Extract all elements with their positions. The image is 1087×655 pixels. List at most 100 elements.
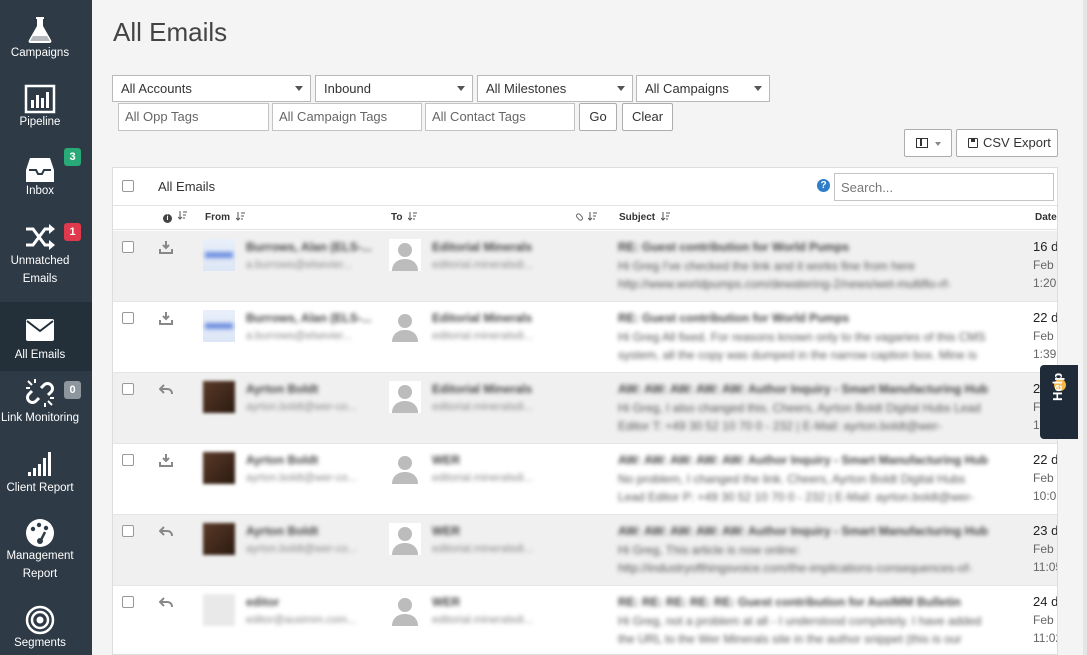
bar-chart-icon [24, 84, 56, 116]
columns-toggle-button[interactable] [904, 129, 952, 157]
table-row[interactable]: Burrows, Alan (ELS-... a.burrows@elsevie… [113, 231, 1058, 302]
email-date: 16 d [1033, 239, 1058, 254]
email-preview: Hi Greg All fixed. For reasons known onl… [618, 330, 986, 344]
sidebar-item-inbox[interactable]: 3 Inbox [0, 138, 92, 207]
campaign-tags-placeholder: All Campaign Tags [279, 109, 388, 124]
csv-export-label: CSV Export [983, 135, 1051, 150]
row-checkbox[interactable] [122, 525, 134, 537]
date-column-header[interactable]: Date [1035, 212, 1057, 223]
campaigns-select[interactable]: All Campaigns [636, 75, 770, 102]
sidebar-item-unmatched-emails[interactable]: 1 Unmatched Emails [0, 207, 92, 295]
sort-icon [235, 212, 245, 221]
email-preview: Editor T: +49 30 52 10 70 0 - 232 | E-Ma… [618, 419, 942, 433]
email-time: 1:39 [1033, 347, 1057, 361]
table-row[interactable]: Burrows, Alan (ELS-... a.burrows@elsevie… [113, 302, 1058, 373]
emails-table: All Emails ? i From To Subject Date [112, 167, 1058, 655]
sidebar-item-management-report[interactable]: Management Report [0, 509, 92, 589]
sidebar-item-label: Inbox [25, 185, 55, 197]
subject-column-header[interactable]: Subject [619, 212, 670, 223]
table-row[interactable]: editor editor@ausimm.com... WER editoria… [113, 586, 1057, 654]
sender-email: ayrton.boldt@wer-co... [246, 401, 357, 413]
floppy-disk-icon [968, 138, 978, 148]
status-column-header[interactable]: i [163, 211, 187, 223]
email-preview: Hi Greg, I also changed this. Cheers, Ay… [618, 401, 981, 415]
help-tab-label: Help [1050, 372, 1065, 401]
email-preview: the URL to the Wer Minerals site in the … [618, 632, 962, 646]
scrollbar[interactable] [1083, 0, 1087, 655]
email-preview: Hi Greg I've checked the link and it wor… [618, 259, 916, 273]
reply-icon [159, 382, 173, 396]
sender-avatar [203, 594, 235, 626]
question-icon[interactable]: ? [817, 179, 830, 192]
email-date: 22 d [1033, 310, 1058, 325]
inbox-count-badge: 3 [64, 148, 81, 166]
email-preview: system, all the copy was dumped in the n… [618, 348, 977, 362]
recipient-avatar [389, 594, 421, 626]
sidebar-item-pipeline[interactable]: Pipeline [0, 69, 92, 138]
sender-avatar [203, 310, 235, 342]
contact-tags-input[interactable]: All Contact Tags [425, 103, 575, 131]
sidebar-item-campaigns[interactable]: Campaigns [0, 0, 92, 69]
accounts-select[interactable]: All Accounts [112, 75, 311, 102]
email-preview: Lead Editor P: +49 30 52 10 70 0 - 232 |… [618, 490, 974, 504]
recipient-avatar [389, 239, 421, 271]
clear-button[interactable]: Clear [622, 103, 673, 131]
email-time: 11:05 [1033, 560, 1057, 574]
sender-name: Burrows, Alan (ELS-... [246, 240, 372, 254]
sender-name: Ayrton Boldt [246, 524, 319, 538]
to-column-header[interactable]: To [391, 212, 418, 223]
from-column-label: From [205, 212, 230, 223]
milestones-select-value: All Milestones [486, 81, 567, 96]
caret-down-icon [617, 86, 625, 91]
sender-avatar [203, 523, 235, 555]
accounts-select-value: All Accounts [121, 81, 192, 96]
shuffle-icon [24, 221, 56, 253]
caret-down-icon [754, 86, 762, 91]
recipient-name: Editorial Minerals [432, 240, 533, 254]
campaign-tags-input[interactable]: All Campaign Tags [272, 103, 422, 131]
sender-name: editor [246, 595, 280, 609]
flask-icon [24, 14, 56, 46]
sidebar-item-label: All Emails [14, 349, 66, 361]
sidebar-item-segments[interactable]: Segments [0, 595, 92, 655]
recipient-avatar [389, 452, 421, 484]
caret-down-icon [935, 142, 941, 146]
table-row[interactable]: Ayrton Boldt ayrton.boldt@wer-co... WER … [113, 515, 1057, 586]
email-preview: http://industryofthingsvoice.com/the-imp… [618, 561, 973, 575]
search-input[interactable] [834, 173, 1054, 201]
email-month: Feb [1033, 258, 1054, 272]
recipient-email: editorial.mineralsdi... [432, 401, 533, 413]
subject-column-label: Subject [619, 212, 656, 223]
sidebar-item-all-emails[interactable]: All Emails [0, 302, 92, 371]
reply-icon [159, 524, 173, 538]
email-preview: Hi Greg, This article is now online: [618, 543, 800, 557]
unmatched-count-badge: 1 [64, 223, 81, 241]
opp-tags-input[interactable]: All Opp Tags [118, 103, 269, 131]
email-time: 1:20 [1033, 276, 1057, 290]
sidebar: Campaigns Pipeline 3 Inbox 1 Unmatched E… [0, 0, 92, 655]
link-monitoring-count-badge: 0 [64, 381, 81, 399]
csv-export-button[interactable]: CSV Export [956, 129, 1058, 157]
sort-icon [177, 211, 187, 220]
email-subject: AW: AW: AW: AW: AW: Author Inquiry - Sma… [618, 382, 988, 396]
row-checkbox[interactable] [122, 312, 134, 324]
from-column-header[interactable]: From [205, 212, 245, 223]
go-button[interactable]: Go [579, 103, 617, 131]
row-checkbox[interactable] [122, 454, 134, 466]
email-subject: RE: Guest contribution for World Pumps [618, 240, 850, 254]
direction-select[interactable]: Inbound [315, 75, 473, 102]
select-all-checkbox[interactable] [122, 180, 134, 192]
milestones-select[interactable]: All Milestones [477, 75, 633, 102]
table-row[interactable]: Ayrton Boldt ayrton.boldt@wer-co... WER … [113, 444, 1057, 515]
attachment-column-header[interactable] [575, 212, 597, 223]
row-checkbox[interactable] [122, 383, 134, 395]
contact-tags-placeholder: All Contact Tags [432, 109, 526, 124]
help-tab[interactable]: Help [1040, 365, 1078, 439]
row-checkbox[interactable] [122, 241, 134, 253]
sidebar-item-label: Management Report [6, 550, 74, 580]
row-checkbox[interactable] [122, 596, 134, 608]
sidebar-item-client-report[interactable]: Client Report [0, 440, 92, 509]
table-row[interactable]: Ayrton Boldt ayrton.boldt@wer-co... Edit… [113, 373, 1057, 444]
sidebar-item-link-monitoring[interactable]: 0 Link Monitoring [0, 371, 92, 440]
download-icon [159, 453, 173, 467]
